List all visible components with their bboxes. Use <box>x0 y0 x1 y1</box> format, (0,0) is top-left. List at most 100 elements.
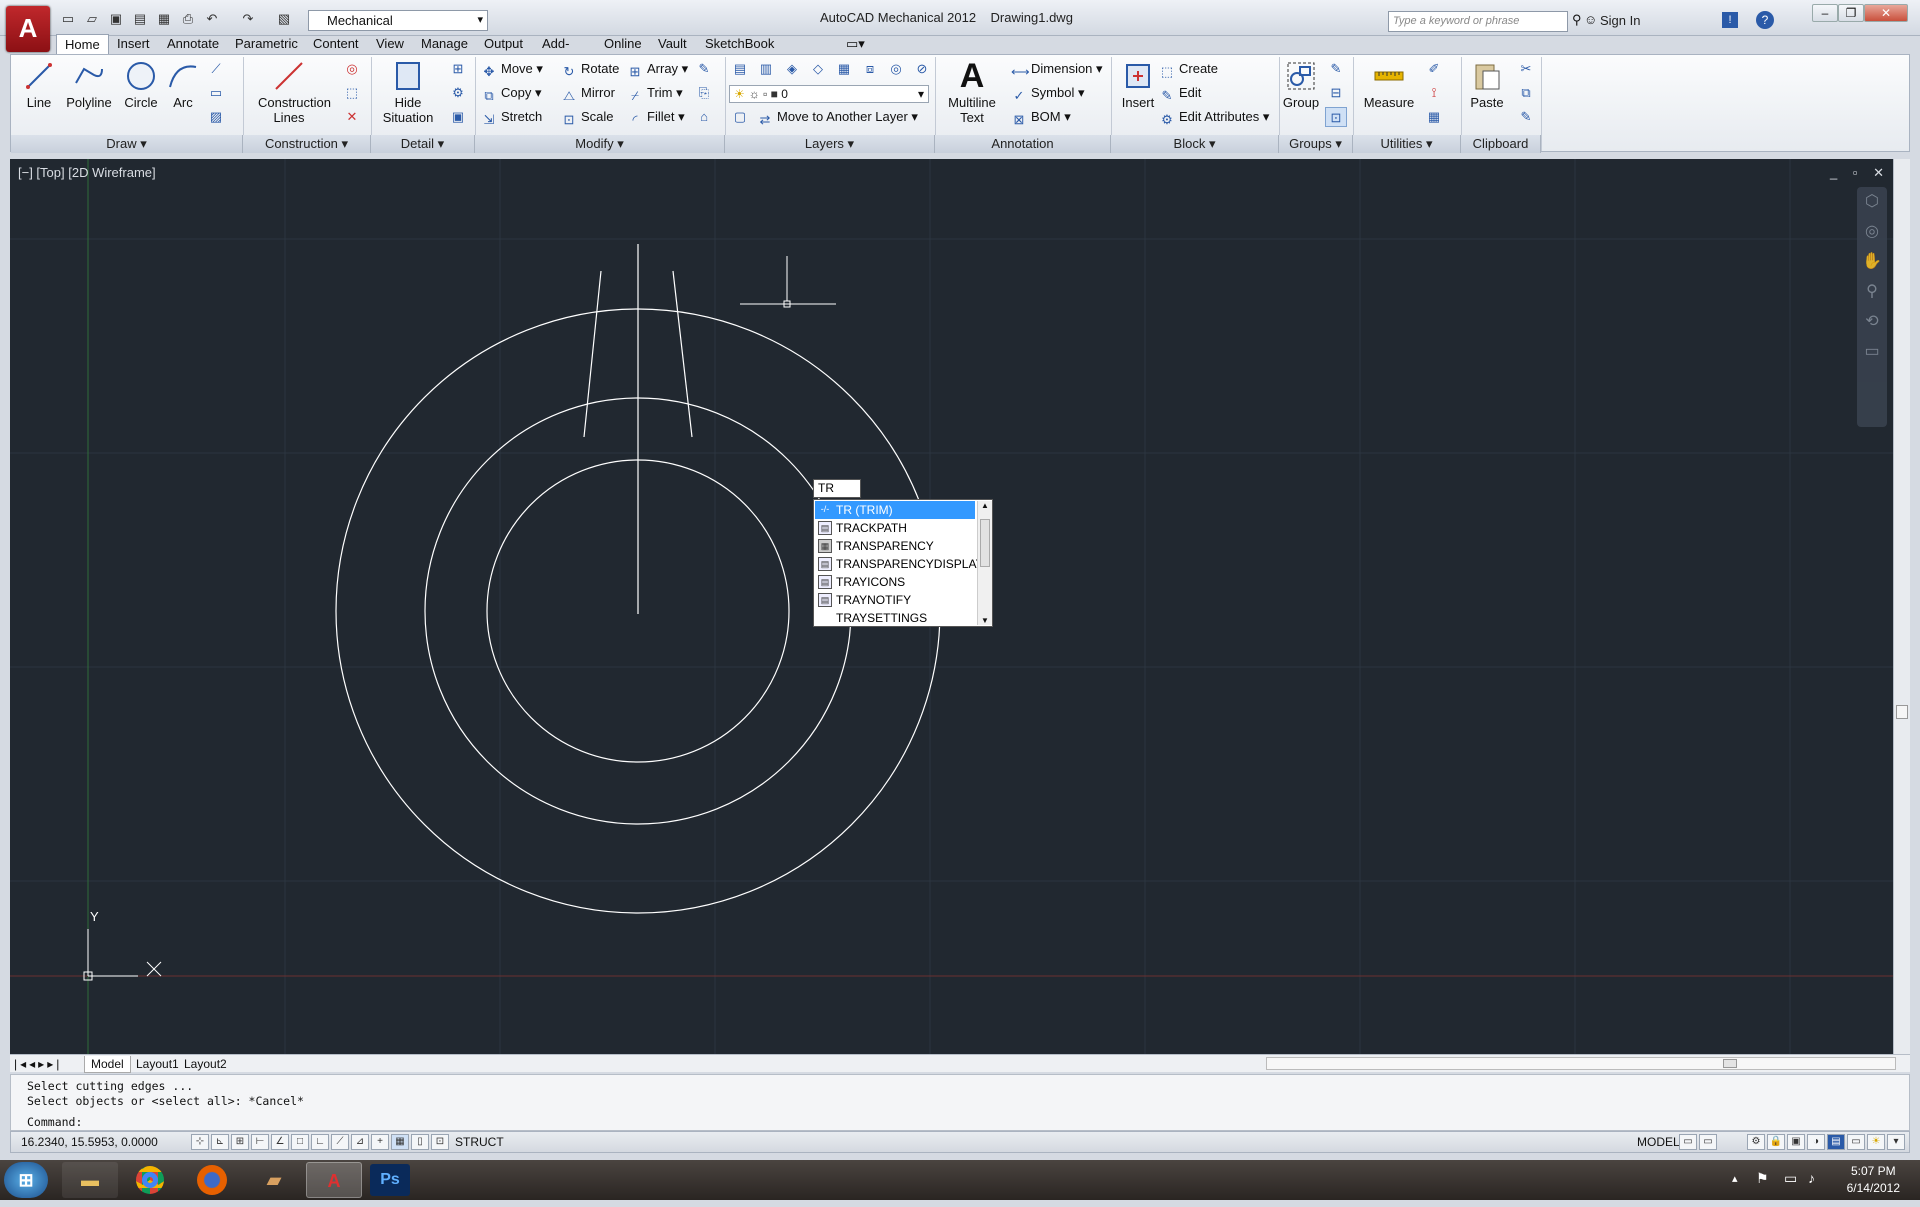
scale-button[interactable]: ⊡ Scale <box>561 107 614 127</box>
otrack-icon[interactable]: ∟ <box>311 1134 329 1150</box>
explorer-taskbar-button[interactable]: ▬ <box>62 1162 118 1198</box>
detail-icon-2[interactable]: ⚙ <box>447 83 469 103</box>
block-panel-title[interactable]: Block ▾ <box>1111 135 1279 153</box>
hatch-icon[interactable]: ▨ <box>205 107 227 127</box>
grid-icon[interactable]: ⊞ <box>231 1134 249 1150</box>
modify-icon-3[interactable]: ⌂ <box>693 107 715 127</box>
symbol-button[interactable]: ✓ Symbol ▾ <box>1011 83 1085 103</box>
plot-icon[interactable]: ▦ <box>156 11 172 27</box>
workspace-switch-icon[interactable]: ⚙ <box>1747 1134 1765 1150</box>
construction-lines-button[interactable]: Construction Lines <box>249 59 331 125</box>
vertical-scrollbar[interactable] <box>1893 159 1910 1054</box>
steering-wheel-icon[interactable]: ◎ <box>1857 217 1887 247</box>
application-menu-button[interactable]: A <box>6 6 50 52</box>
struct-toggle[interactable]: STRUCT <box>455 1132 504 1152</box>
workspace-dropdown[interactable]: Mechanical <box>308 10 488 31</box>
open-file-icon[interactable]: ▱ <box>84 11 100 27</box>
group-edit-icon[interactable]: ✎ <box>1325 59 1347 79</box>
bom-button[interactable]: ⊠ BOM ▾ <box>1011 107 1071 127</box>
horizontal-scrollbar[interactable] <box>1266 1057 1896 1070</box>
rotate-button[interactable]: ↻ Rotate <box>561 59 620 79</box>
group-select-icon[interactable]: ⊡ <box>1325 107 1347 127</box>
construction-rect-icon[interactable]: ⬚ <box>341 83 363 103</box>
pan-icon[interactable]: ✋ <box>1857 247 1887 277</box>
detail-icon-3[interactable]: ▣ <box>447 107 469 127</box>
layout-nav-arrows[interactable]: |◂◂▸▸| <box>14 1056 62 1072</box>
ortho-icon[interactable]: ⊢ <box>251 1134 269 1150</box>
annotation-panel-title[interactable]: Annotation <box>935 135 1111 153</box>
circle-button[interactable]: Circle <box>119 59 163 110</box>
chrome-taskbar-button[interactable] <box>122 1162 178 1198</box>
viewport-window-controls[interactable]: _ ▫ ✕ <box>1830 165 1890 181</box>
tab-add-ins[interactable]: Add-Ins <box>542 34 569 71</box>
polyline-button[interactable]: Polyline <box>59 59 119 110</box>
layer-dropdown[interactable]: ☀ ☼ ▫ ■ 0 ▾ <box>729 85 929 103</box>
viewport-controls-label[interactable]: [−] [Top] [2D Wireframe] <box>18 165 156 180</box>
lightbulb-icon[interactable]: ☀ <box>1867 1134 1885 1150</box>
move-to-another-layer-button[interactable]: ⇄ Move to Another Layer ▾ <box>757 107 918 127</box>
layer-icon-3[interactable]: ◈ <box>781 59 803 79</box>
move-button[interactable]: ✥ Move ▾ <box>481 59 543 79</box>
undo-icon[interactable]: ↶ <box>204 11 220 27</box>
selection-cycling-icon[interactable]: ⊡ <box>431 1134 449 1150</box>
maximize-button[interactable]: ❐ <box>1838 4 1864 22</box>
modify-icon-1[interactable]: ✎ <box>693 59 715 79</box>
edit-attributes-button[interactable]: ⚙ Edit Attributes ▾ <box>1159 107 1269 127</box>
navigation-bar[interactable]: ⬡ ◎ ✋ ⚲ ⟲ ▭ <box>1857 187 1887 427</box>
dimension-button[interactable]: ⟷Dimension ▾ <box>1011 59 1103 79</box>
osnap-icon[interactable]: □ <box>291 1134 309 1150</box>
line-button[interactable]: Line <box>19 59 59 110</box>
binoculars-icon[interactable]: ⚲ <box>1572 12 1582 28</box>
print-icon[interactable]: ⎙ <box>180 11 196 27</box>
construction-circle-icon[interactable]: ◎ <box>341 59 363 79</box>
layer-icon-5[interactable]: ▦ <box>833 59 855 79</box>
minimize-button[interactable]: – <box>1812 4 1838 22</box>
autocad-taskbar-button[interactable]: A <box>306 1162 362 1198</box>
tab-parametric[interactable]: Parametric <box>235 34 298 54</box>
lineweight-icon[interactable]: + <box>371 1134 389 1150</box>
exchange-icon[interactable]: ! <box>1722 12 1738 28</box>
clean-screen-icon[interactable]: ▭ <box>1847 1134 1865 1150</box>
layer-state-icon[interactable]: ▥ <box>755 59 777 79</box>
multiline-text-button[interactable]: A Multiline Text <box>941 59 1003 125</box>
layer-properties-icon[interactable]: ▤ <box>729 59 751 79</box>
tab-options-icon[interactable]: ▭▾ <box>846 34 865 54</box>
detail-icon-1[interactable]: ⊞ <box>447 59 469 79</box>
coordinates-readout[interactable]: 16.2340, 15.5953, 0.0000 <box>21 1132 158 1152</box>
workspace-icon[interactable]: ▧ <box>276 11 292 27</box>
rectangle-icon[interactable]: ▭ <box>205 83 227 103</box>
tab-layout1[interactable]: Layout1 <box>136 1056 179 1072</box>
groups-panel-title[interactable]: Groups ▾ <box>1279 135 1353 153</box>
autocomplete-item-trayicons[interactable]: ▤ TRAYICONS <box>815 573 975 591</box>
tab-layout2[interactable]: Layout2 <box>184 1056 227 1072</box>
model-space-toggle[interactable]: MODEL <box>1637 1132 1680 1152</box>
tab-insert[interactable]: Insert <box>117 34 150 54</box>
autocomplete-item-traysettings[interactable]: TRAYSETTINGS <box>815 609 975 627</box>
snap-icon[interactable]: ⊾ <box>211 1134 229 1150</box>
layers-panel-title[interactable]: Layers ▾ <box>725 135 935 153</box>
copy-button[interactable]: ⧉ Copy ▾ <box>481 83 541 103</box>
dyn-icon[interactable]: ⊿ <box>351 1134 369 1150</box>
autocomplete-item-transparencydisplay[interactable]: ▤ TRANSPARENCYDISPLAY <box>815 555 984 573</box>
layer-color-icon[interactable]: ▢ <box>729 107 751 127</box>
help-icon[interactable]: ? <box>1756 11 1774 29</box>
save-icon[interactable]: ▣ <box>108 11 124 27</box>
autocomplete-scrollbar[interactable]: ▲ ▼ <box>977 501 992 625</box>
layer-icon-4[interactable]: ◇ <box>807 59 829 79</box>
dimension-line-icon[interactable]: ⟋ <box>205 59 227 79</box>
action-center-flag-icon[interactable]: ⚑ <box>1756 1170 1769 1187</box>
construction-panel-title[interactable]: Construction ▾ <box>243 135 371 153</box>
calculator-icon[interactable]: ▦ <box>1423 107 1445 127</box>
lock-icon[interactable]: 🔒 <box>1767 1134 1785 1150</box>
paste-button[interactable]: Paste <box>1463 59 1511 110</box>
scroll-thumb[interactable] <box>980 519 990 567</box>
ducs-icon[interactable]: ⟋ <box>331 1134 349 1150</box>
tab-home[interactable]: Home <box>56 34 109 54</box>
transparency-toggle-icon[interactable]: ▦ <box>391 1134 409 1150</box>
fillet-button[interactable]: ◜ Fillet ▾ <box>627 107 684 127</box>
scroll-thumb[interactable] <box>1723 1059 1737 1068</box>
tab-output[interactable]: Output <box>484 34 523 54</box>
hide-situation-button[interactable]: Hide Situation <box>377 59 439 125</box>
erase-construction-icon[interactable]: ✕ <box>341 107 363 127</box>
quick-properties-icon[interactable]: ▯ <box>411 1134 429 1150</box>
